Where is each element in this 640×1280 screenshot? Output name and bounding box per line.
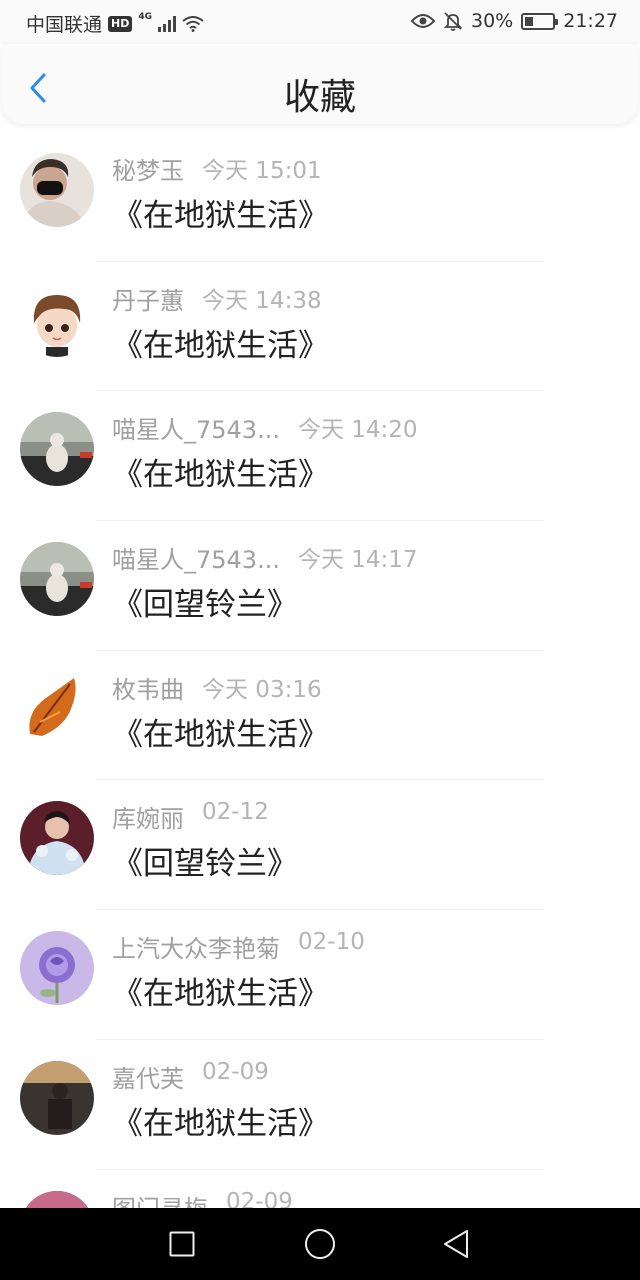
bell-off-icon	[443, 12, 463, 31]
battery-percent: 30%	[471, 10, 514, 32]
book-title[interactable]: 《回望铃兰》	[112, 838, 298, 883]
timestamp: 今天 14:17	[297, 547, 418, 574]
home-button[interactable]	[300, 1224, 340, 1264]
list-item[interactable]: 喵星人_7543... 今天 14:17 《回望铃兰》	[0, 521, 640, 651]
list-item[interactable]: 秘梦玉 今天 15:01 《在地狱生活》	[0, 132, 640, 262]
list-item[interactable]: 丹子蕙 今天 14:38 《在地狱生活》	[0, 262, 640, 392]
user-avatar[interactable]	[20, 801, 94, 876]
book-title[interactable]: 《在地狱生活》	[112, 1098, 329, 1143]
recents-square-icon	[169, 1231, 195, 1257]
user-avatar[interactable]	[20, 1190, 94, 1208]
username[interactable]: 嘉代芙	[112, 1059, 184, 1094]
status-bar: 中国联通 HD 4G 30% 21:27	[0, 0, 640, 44]
timestamp: 02-12	[202, 799, 269, 826]
user-avatar[interactable]	[20, 931, 94, 1006]
book-title[interactable]: 《回望铃兰》	[112, 579, 298, 624]
timestamp: 02-09	[226, 1188, 293, 1209]
username[interactable]: 库婉丽	[112, 799, 184, 834]
hd-badge: HD	[108, 15, 133, 32]
list-item[interactable]: 喵星人_7543... 今天 14:20 《在地狱生活》	[0, 391, 640, 522]
favorites-list: 秘梦玉 今天 15:01 《在地狱生活》 丹子蕙 今天 14:38 《在地狱生活…	[0, 132, 640, 1208]
username[interactable]: 秘梦玉	[112, 151, 184, 186]
book-title[interactable]: 《在地狱生活》	[112, 190, 329, 235]
back-triangle-icon	[444, 1230, 468, 1258]
recents-button[interactable]	[162, 1224, 202, 1264]
timestamp: 今天 03:16	[202, 676, 322, 703]
book-title[interactable]: 《在地狱生活》	[112, 709, 329, 754]
username[interactable]: 图门寻梅	[112, 1189, 208, 1209]
user-avatar[interactable]	[20, 542, 94, 617]
timestamp: 今天 14:38	[202, 287, 322, 314]
clock: 21:27	[563, 10, 618, 32]
battery-level-fill	[525, 16, 534, 26]
network-type-label: 4G	[138, 11, 153, 22]
username[interactable]: 上汽大众李艳菊	[112, 929, 280, 964]
user-avatar[interactable]	[20, 282, 94, 357]
list-item[interactable]: 库婉丽 02-12 《回望铃兰》	[0, 780, 640, 911]
list-item[interactable]: 上汽大众李艳菊 02-10 《在地狱生活》	[0, 910, 640, 1040]
book-title[interactable]: 《在地狱生活》	[112, 449, 329, 494]
list-item[interactable]: 嘉代芙 02-09 《在地狱生活》	[0, 1040, 640, 1170]
username[interactable]: 喵星人_7543...	[112, 540, 280, 575]
wifi-icon	[182, 15, 204, 32]
user-avatar[interactable]	[20, 671, 94, 746]
username[interactable]: 喵星人_7543...	[112, 410, 280, 445]
user-avatar[interactable]	[20, 153, 94, 227]
user-avatar[interactable]	[20, 412, 94, 487]
system-nav-bar	[0, 1208, 640, 1280]
list-item[interactable]: 图门寻梅 02-09	[0, 1170, 640, 1209]
signal-icon	[158, 15, 177, 32]
page-title: 收藏	[283, 77, 356, 118]
username[interactable]: 枚韦曲	[112, 670, 184, 705]
timestamp: 今天 15:01	[202, 158, 322, 184]
battery-icon	[521, 12, 559, 30]
user-avatar[interactable]	[20, 1060, 94, 1135]
username[interactable]: 丹子蕙	[112, 281, 184, 316]
timestamp: 02-10	[298, 929, 365, 956]
book-title[interactable]: 《在地狱生活》	[112, 968, 329, 1013]
timestamp: 今天 14:20	[297, 417, 418, 444]
book-title[interactable]: 《在地狱生活》	[112, 320, 329, 365]
list-item[interactable]: 枚韦曲 今天 03:16 《在地狱生活》	[0, 651, 640, 781]
carrier-label: 中国联通	[26, 14, 103, 36]
eye-icon	[411, 14, 435, 28]
timestamp: 02-09	[202, 1058, 269, 1085]
home-circle-icon	[305, 1229, 335, 1259]
app-header: 收藏	[2, 44, 638, 124]
back-nav-button[interactable]	[436, 1224, 476, 1264]
